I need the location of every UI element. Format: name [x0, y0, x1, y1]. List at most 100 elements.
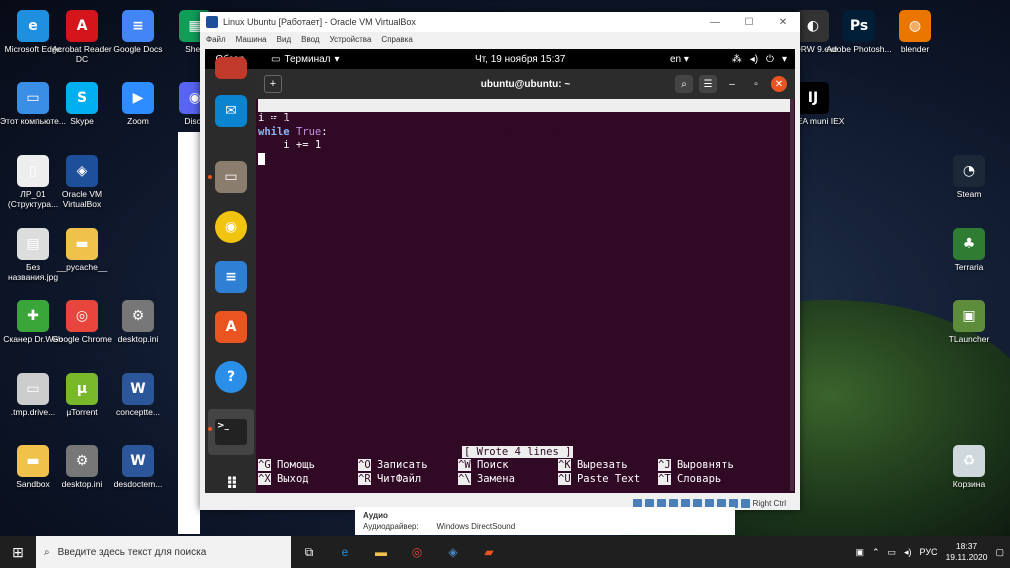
new-tab-button[interactable]: +: [264, 75, 282, 93]
section-title: Аудио: [363, 511, 388, 520]
desktop-icon-image: ▤: [17, 228, 49, 260]
ubuntu-dock: ✉ ▭ ◉ ≡ A ? >_ ⠿: [205, 57, 256, 493]
desktop-icon-image: ◈: [66, 155, 98, 187]
menu-file[interactable]: Файл: [206, 35, 226, 44]
libreoffice-writer-icon[interactable]: ≡: [215, 261, 247, 293]
code-line[interactable]: [258, 152, 793, 167]
desktop-icon-image: ◍: [899, 10, 931, 42]
search-icon[interactable]: ⌕: [675, 75, 693, 93]
shortcut-label: Записать: [376, 459, 428, 471]
shortcut-label: Выровнять: [676, 459, 734, 471]
volume-icon[interactable]: ◂): [904, 547, 912, 558]
desktop-icon-image: W: [122, 373, 154, 405]
app-menu-label: Терминал: [284, 53, 331, 65]
vm-taskbar-icon[interactable]: ▰: [471, 536, 507, 568]
camera-icon[interactable]: ▣: [855, 547, 864, 558]
caret-down-icon: ▾: [334, 53, 340, 65]
menu-input[interactable]: Ввод: [301, 35, 319, 44]
desktop-icon-image: ▬: [17, 445, 49, 477]
keyboard-icon: [740, 498, 750, 508]
input-language[interactable]: en ▾: [670, 54, 689, 65]
desktop-icon-image: ▭: [17, 373, 49, 405]
shortcut-item: ^X Выход: [258, 472, 358, 487]
rhythmbox-icon[interactable]: ◉: [215, 211, 247, 243]
show-apps-icon[interactable]: ⠿: [215, 467, 247, 499]
shortcut-label: Вырезать: [576, 459, 628, 471]
menu-help[interactable]: Справка: [381, 35, 412, 44]
datetime[interactable]: Чт, 19 ноября 15:37: [475, 54, 566, 65]
maximize-button[interactable]: ☐: [732, 17, 766, 28]
task-view-icon[interactable]: ⧉: [291, 536, 327, 568]
taskbar-search[interactable]: ⌕ Введите здесь текст для поиска: [36, 536, 291, 568]
clock[interactable]: 18:37 19.11.2020: [946, 541, 988, 563]
minimize-button[interactable]: –: [723, 75, 741, 93]
terminal-icon: ▭: [271, 53, 281, 65]
volume-icon: ◂): [749, 53, 759, 65]
edge-taskbar-icon[interactable]: e: [327, 536, 363, 568]
desktop-icon[interactable]: ◍ blender: [882, 10, 948, 54]
desktop-icon-label: conceptte...: [116, 407, 160, 417]
desktop-icon-image: ▭: [17, 82, 49, 114]
files-icon[interactable]: ▭: [215, 161, 247, 193]
shortcut-key: ^J: [658, 459, 671, 471]
input-language[interactable]: РУС: [920, 547, 938, 557]
desktop-icon[interactable]: ◔ Steam: [936, 155, 1002, 199]
shortcut-label: Paste Text: [576, 472, 641, 485]
software-icon[interactable]: A: [215, 311, 247, 343]
menu-devices[interactable]: Устройства: [330, 35, 372, 44]
close-button[interactable]: ✕: [771, 76, 787, 92]
menu-view[interactable]: Вид: [277, 35, 291, 44]
shortcut-item: ^\ Замена: [458, 472, 558, 487]
nano-editor[interactable]: GNU nano 4.8 pyfile.py i = 1 while True:…: [258, 99, 793, 166]
shortcut-label: Выход: [276, 472, 309, 485]
desktop-icon-image: IJ: [797, 82, 829, 114]
power-icon: ⏻: [766, 53, 774, 65]
explorer-taskbar-icon[interactable]: ▬: [363, 536, 399, 568]
shortcut-item: ^R ЧитФайл: [358, 472, 458, 487]
thunderbird-icon[interactable]: ✉: [215, 95, 247, 127]
close-button[interactable]: ✕: [766, 17, 800, 28]
notifications-icon[interactable]: ▢: [995, 547, 1004, 558]
desktop-icon-image: S: [66, 82, 98, 114]
desktop-icon[interactable]: ♣ Terraria: [936, 228, 1002, 272]
shortcut-key: ^X: [258, 472, 271, 485]
clock-time: 18:37: [955, 541, 978, 551]
code-line[interactable]: i += 1: [258, 139, 793, 153]
network-icon[interactable]: ▭: [888, 547, 897, 558]
start-button[interactable]: ⊞: [0, 536, 36, 568]
desktop-icon[interactable]: Wconceptte...: [105, 373, 171, 417]
virtualbox-taskbar-icon[interactable]: ◈: [435, 536, 471, 568]
scrollbar[interactable]: [790, 99, 794, 491]
system-tray[interactable]: ⁂ ◂) ⏻ ▾: [732, 54, 787, 65]
menu-machine[interactable]: Машина: [236, 35, 267, 44]
desktop-icon[interactable]: ♻ Корзина: [936, 445, 1002, 489]
chrome-taskbar-icon[interactable]: ◎: [399, 536, 435, 568]
help-icon[interactable]: ?: [215, 361, 247, 393]
desktop-icon[interactable]: ◈ Oracle VM VirtualBox: [49, 155, 115, 209]
minimize-button[interactable]: —: [698, 17, 732, 28]
desktop-icon[interactable]: ▣ TLauncher: [936, 300, 1002, 344]
shortcut-label: ЧитФайл: [376, 472, 422, 485]
hamburger-menu-icon[interactable]: ☰: [699, 75, 717, 93]
clock-date: 19.11.2020: [945, 552, 988, 562]
shortcut-label: Поиск: [476, 459, 509, 471]
vm-title-bar[interactable]: Linux Ubuntu [Работает] - Oracle VM Virt…: [200, 12, 800, 32]
network-icon: ⁂: [731, 53, 742, 65]
terminal-title: ubuntu@ubuntu: ~: [480, 78, 571, 90]
chevron-up-icon[interactable]: ⌃: [872, 547, 880, 558]
terminal-icon: >_: [215, 419, 247, 445]
desktop-icon[interactable]: Wdesdoctem...: [105, 445, 171, 489]
setting-row: Аудиодрайвер: Windows DirectSound: [363, 521, 727, 532]
terminal-dock-icon[interactable]: >_: [208, 409, 254, 455]
dock-app-partial[interactable]: [215, 57, 247, 79]
desktop-icon[interactable]: ▬ __pycache__: [49, 228, 115, 272]
terminal-window[interactable]: + ubuntu@ubuntu: ~ ⌕ ☰ – ▫ ✕ GNU nano 4.…: [256, 69, 795, 493]
desktop-icon-image: A: [66, 10, 98, 42]
app-menu[interactable]: ▭ Терминал ▾: [255, 54, 340, 65]
maximize-button[interactable]: ▫: [747, 75, 765, 93]
desktop-icon-image: ▬: [66, 228, 98, 260]
search-placeholder: Введите здесь текст для поиска: [57, 546, 207, 558]
nano-shortcuts: ^G Помощь ^O Записать ^W Поиск ^K Вырезать ^…: [258, 459, 793, 486]
virtualbox-window[interactable]: Linux Ubuntu [Работает] - Oracle VM Virt…: [200, 12, 800, 510]
desktop-icon[interactable]: ⚙ desktop.ini: [105, 300, 171, 344]
